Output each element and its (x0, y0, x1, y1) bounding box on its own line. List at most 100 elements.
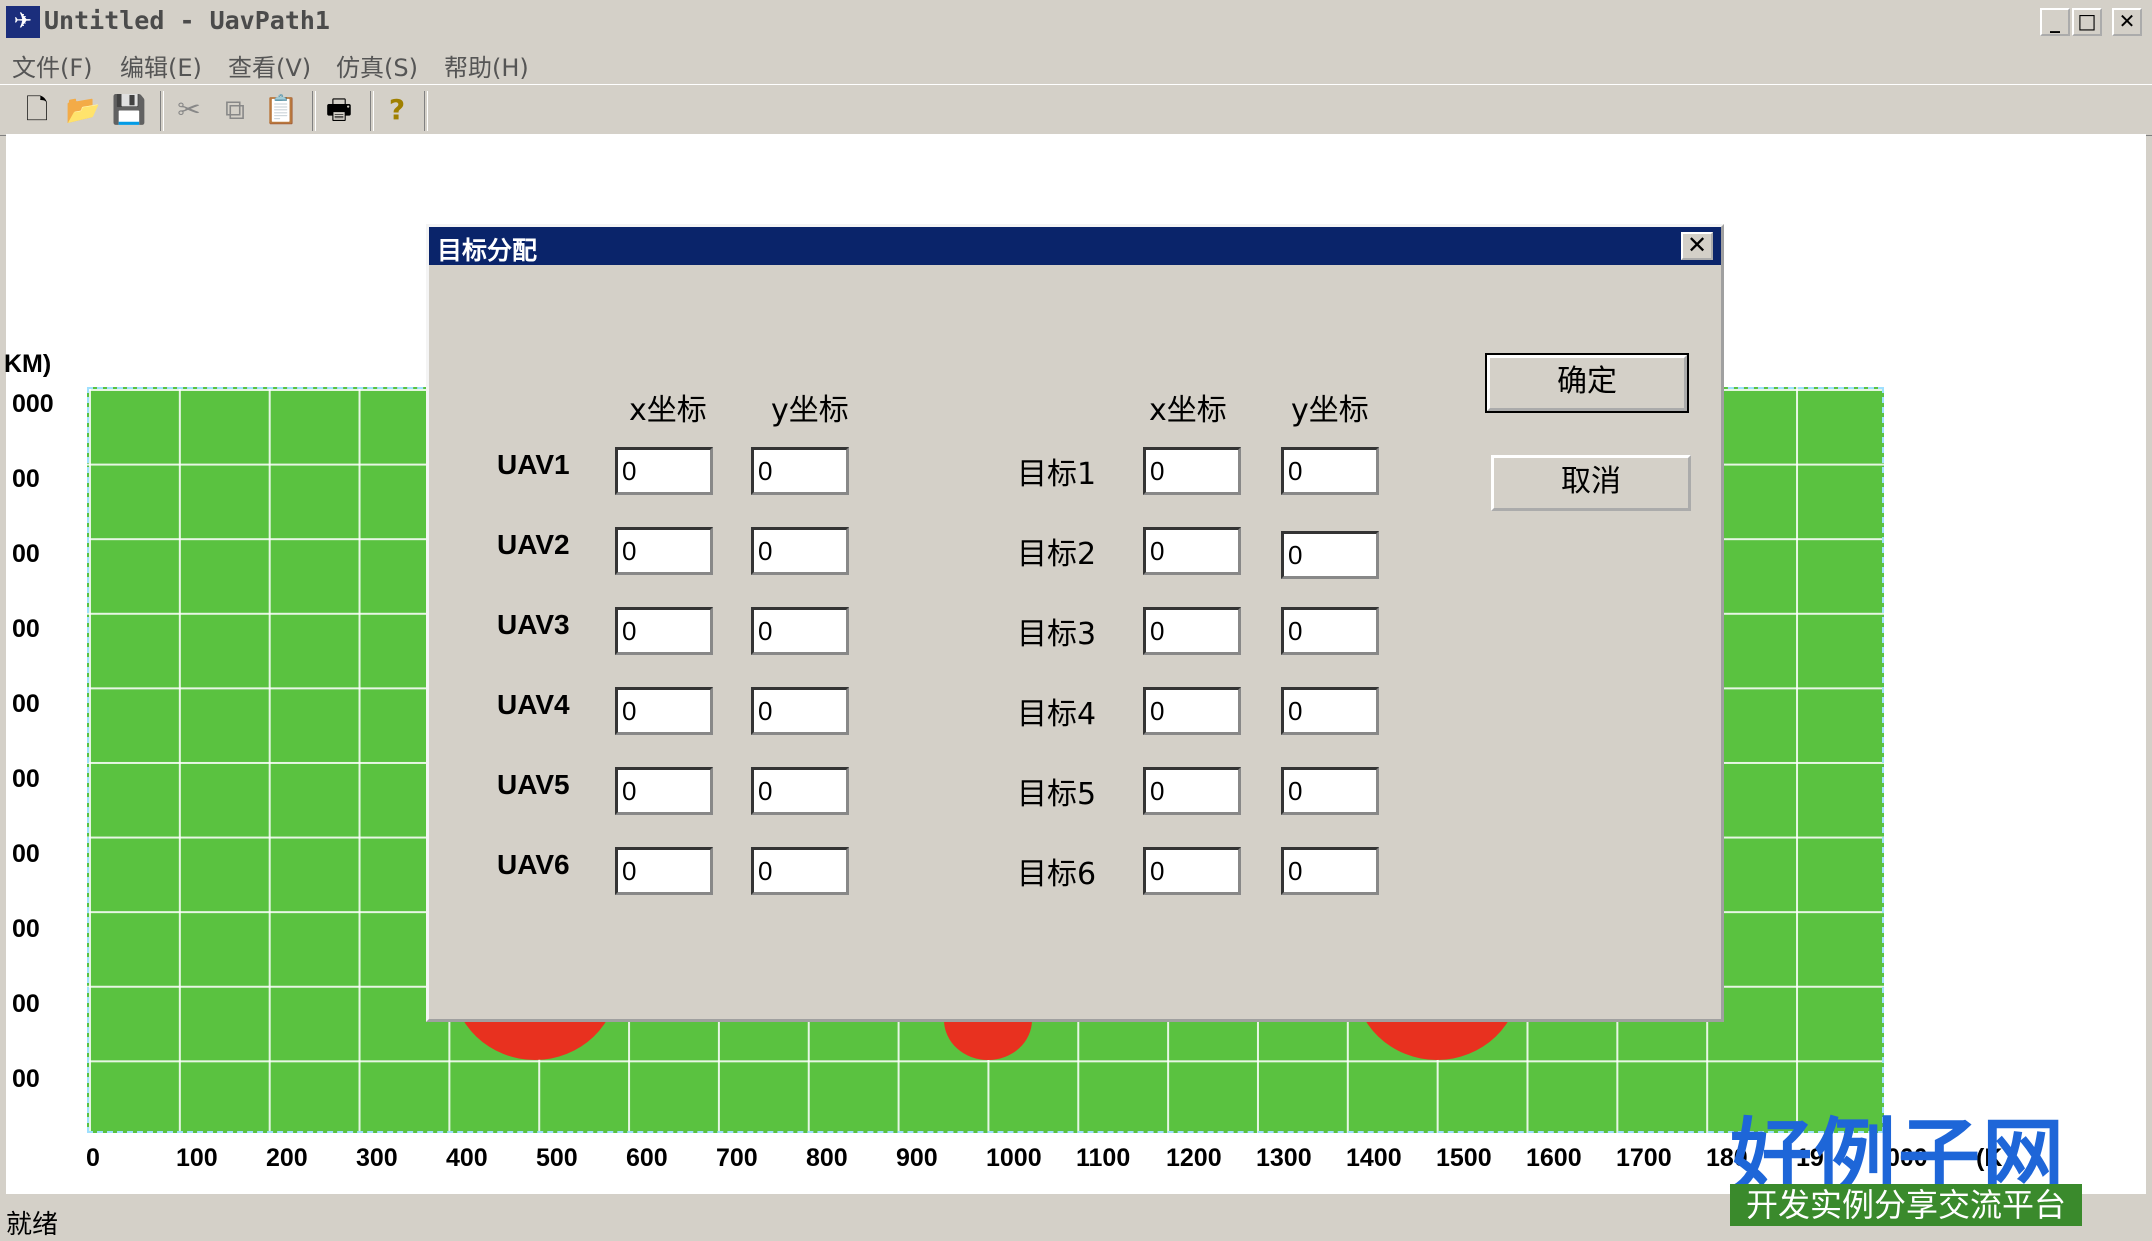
target6-y-input[interactable] (1281, 847, 1379, 895)
uav3-y-input[interactable] (751, 607, 849, 655)
open-folder-icon[interactable]: 📂 (64, 91, 102, 129)
uav-label: UAV3 (497, 609, 570, 640)
target-label: 目标2 (1017, 537, 1097, 572)
ok-button[interactable]: 确定 (1485, 353, 1689, 413)
copy-icon[interactable]: ⧉ (216, 91, 254, 129)
y-tick-label: 000 (12, 390, 54, 418)
uav1-x-input[interactable] (615, 447, 713, 495)
uav-y-header: y坐标 (771, 393, 849, 428)
x-tick-label: 200 (266, 1144, 308, 1172)
uav-label: UAV4 (497, 689, 570, 720)
toolbar-separator (160, 91, 164, 131)
menu-help[interactable]: 帮助(H) (444, 48, 529, 83)
y-tick-label: 00 (12, 615, 40, 643)
x-tick-label: 600 (626, 1144, 668, 1172)
target1-y-input[interactable] (1281, 447, 1379, 495)
target-label: 目标5 (1017, 777, 1097, 812)
y-tick-label: 00 (12, 690, 40, 718)
new-file-icon[interactable]: 🗋 (18, 91, 56, 129)
x-tick-label: 0 (86, 1144, 100, 1172)
title-bar: ✈ Untitled - UavPath1 _ □ ✕ (0, 0, 2152, 44)
x-tick-label: 1700 (1616, 1144, 1672, 1172)
y-tick-label: 00 (12, 465, 40, 493)
target-x-header: x坐标 (1149, 393, 1227, 428)
target-label: 目标6 (1017, 857, 1097, 892)
target2-y-input[interactable] (1281, 531, 1379, 579)
dialog-close-icon[interactable]: ✕ (1681, 232, 1713, 260)
uav6-y-input[interactable] (751, 847, 849, 895)
uav5-y-input[interactable] (751, 767, 849, 815)
x-tick-label: 500 (536, 1144, 578, 1172)
menu-simulation[interactable]: 仿真(S) (336, 48, 418, 83)
help-icon[interactable]: ? (378, 91, 416, 129)
x-tick-label: 900 (896, 1144, 938, 1172)
y-tick-label: 00 (12, 915, 40, 943)
uav-label: UAV2 (497, 529, 570, 560)
uav6-x-input[interactable] (615, 847, 713, 895)
window-title: Untitled - UavPath1 (44, 6, 330, 35)
uav3-x-input[interactable] (615, 607, 713, 655)
x-tick-label: 1200 (1166, 1144, 1222, 1172)
target5-x-input[interactable] (1143, 767, 1241, 815)
uav-label: UAV1 (497, 449, 570, 480)
menu-file[interactable]: 文件(F) (12, 48, 93, 83)
x-tick-label: 1100 (1076, 1144, 1131, 1172)
app-icon[interactable]: ✈ (6, 6, 40, 38)
uav4-y-input[interactable] (751, 687, 849, 735)
target4-y-input[interactable] (1281, 687, 1379, 735)
x-tick-label: 1000 (986, 1144, 1042, 1172)
x-tick-label: 300 (356, 1144, 398, 1172)
uav2-y-input[interactable] (751, 527, 849, 575)
watermark-subtext: 开发实例分享交流平台 (1730, 1184, 2082, 1226)
status-text: 就绪 (6, 1210, 59, 1240)
x-tick-label: 700 (716, 1144, 758, 1172)
uav-x-header: x坐标 (629, 393, 707, 428)
y-axis-unit: KM) (4, 350, 52, 378)
toolbar-separator (370, 91, 374, 131)
maximize-button[interactable]: □ (2072, 8, 2102, 36)
target3-y-input[interactable] (1281, 607, 1379, 655)
x-tick-label: 100 (176, 1144, 218, 1172)
uav4-x-input[interactable] (615, 687, 713, 735)
uav2-x-input[interactable] (615, 527, 713, 575)
x-tick-label: 1400 (1346, 1144, 1402, 1172)
y-tick-label: 00 (12, 840, 40, 868)
minimize-button[interactable]: _ (2040, 8, 2070, 36)
x-tick-label: 1300 (1256, 1144, 1312, 1172)
paste-icon[interactable]: 📋 (262, 91, 300, 129)
uav-label: UAV6 (497, 849, 570, 880)
x-tick-label: 1500 (1436, 1144, 1492, 1172)
y-tick-label: 00 (12, 540, 40, 568)
x-tick-label: 400 (446, 1144, 488, 1172)
print-icon[interactable]: 🖶 (320, 91, 358, 129)
uav5-x-input[interactable] (615, 767, 713, 815)
menu-edit[interactable]: 编辑(E) (120, 48, 202, 83)
target3-x-input[interactable] (1143, 607, 1241, 655)
cut-icon[interactable]: ✂ (170, 91, 208, 129)
target-label: 目标1 (1017, 457, 1097, 492)
dialog-title-bar: 目标分配 ✕ (429, 227, 1721, 265)
target-label: 目标4 (1017, 697, 1097, 732)
target-label: 目标3 (1017, 617, 1097, 652)
menu-view[interactable]: 查看(V) (228, 48, 311, 83)
x-tick-label: 1600 (1526, 1144, 1582, 1172)
y-tick-label: 00 (12, 990, 40, 1018)
y-tick-label: 00 (12, 1065, 40, 1093)
save-icon[interactable]: 💾 (110, 91, 148, 129)
target2-x-input[interactable] (1143, 527, 1241, 575)
toolbar: 🗋 📂 💾 ✂ ⧉ 📋 🖶 ? (0, 84, 2152, 136)
target4-x-input[interactable] (1143, 687, 1241, 735)
x-tick-label: 800 (806, 1144, 848, 1172)
toolbar-separator (424, 91, 428, 131)
toolbar-separator (312, 91, 316, 131)
y-tick-label: 00 (12, 765, 40, 793)
cancel-button[interactable]: 取消 (1491, 455, 1691, 511)
close-button[interactable]: ✕ (2112, 8, 2142, 36)
dialog-title: 目标分配 (437, 236, 538, 265)
target-assignment-dialog: 目标分配 ✕ x坐标 y坐标 x坐标 y坐标 确定 取消 UAV1 UAV2 U… (426, 224, 1724, 1022)
target5-y-input[interactable] (1281, 767, 1379, 815)
target-y-header: y坐标 (1291, 393, 1369, 428)
uav1-y-input[interactable] (751, 447, 849, 495)
target1-x-input[interactable] (1143, 447, 1241, 495)
target6-x-input[interactable] (1143, 847, 1241, 895)
